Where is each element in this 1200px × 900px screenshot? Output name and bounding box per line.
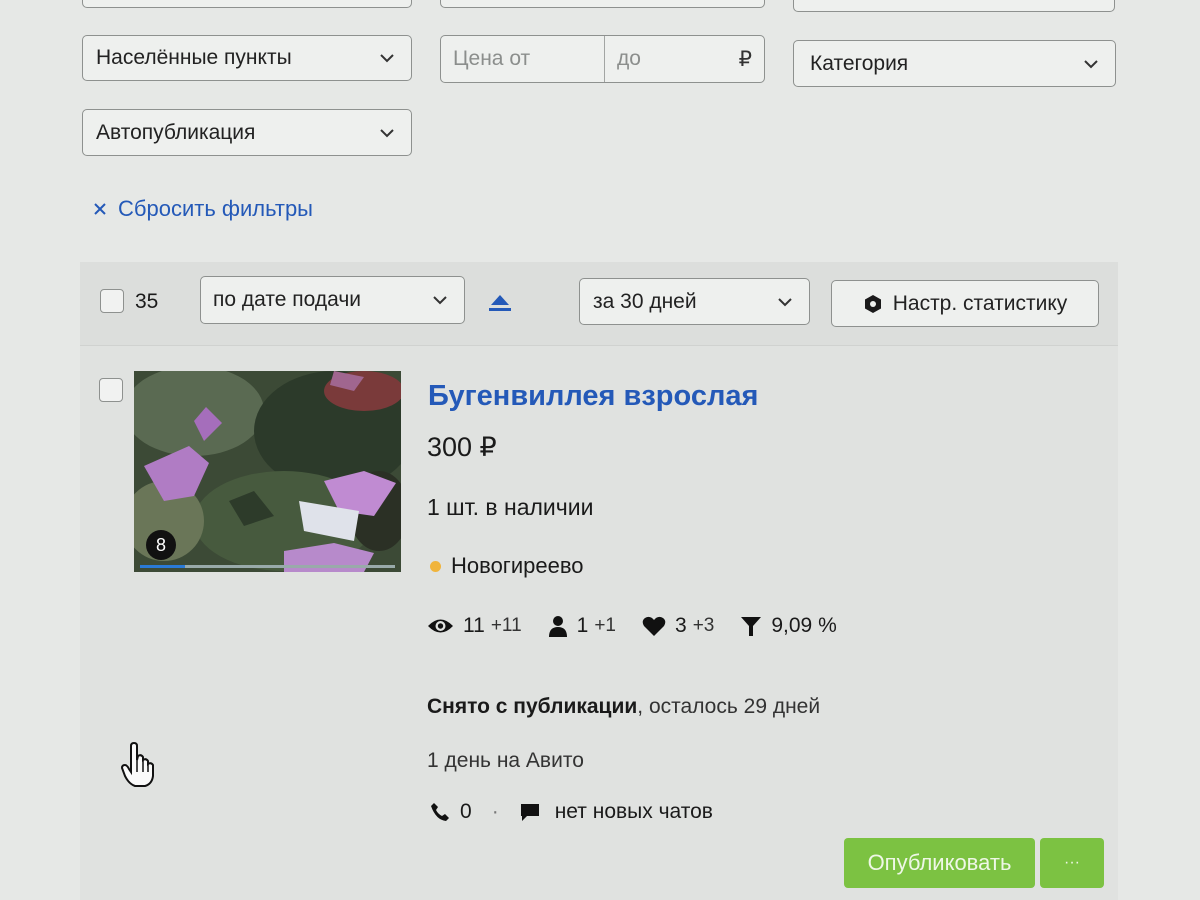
period-label: за 30 дней	[593, 289, 697, 313]
conversion-value: 9,09 %	[771, 614, 837, 637]
settlements-label: Населённые пункты	[96, 46, 292, 69]
gear-icon	[864, 294, 881, 313]
close-icon	[94, 203, 106, 215]
category-select[interactable]: Категория	[793, 40, 1116, 87]
autopublish-label: Автопубликация	[96, 120, 256, 144]
listing-status: Снято с публикации, осталось 29 дней	[427, 695, 820, 719]
calls-count: 0	[460, 800, 472, 823]
listing-title[interactable]: Бугенвиллея взрослая	[428, 380, 758, 413]
person-icon	[548, 616, 567, 637]
listing-price: 300 ₽	[427, 432, 497, 462]
photo-progress-bar	[140, 565, 395, 568]
stats-settings-label: Настр. статистику	[892, 291, 1068, 315]
contacts-count: 1	[576, 614, 589, 637]
location-dot-icon	[430, 560, 441, 572]
favorites-delta: +3	[692, 615, 715, 636]
reset-filters-link[interactable]: Сбросить фильтры	[93, 196, 313, 222]
top-field-3[interactable]	[793, 0, 1115, 12]
chevron-down-icon	[433, 296, 447, 305]
publish-button[interactable]: Опубликовать	[844, 838, 1035, 888]
sort-select[interactable]: по дате подачи	[200, 276, 465, 324]
sort-label: по дате подачи	[213, 288, 361, 311]
favorites-stat: 3 +3	[642, 614, 714, 638]
chevron-down-icon	[380, 128, 394, 137]
chevron-down-icon	[380, 54, 394, 63]
price-range: Цена от до ₽	[440, 35, 765, 83]
sort-direction-icon[interactable]	[487, 293, 513, 313]
contacts-separator: ·	[491, 800, 499, 823]
eye-icon	[428, 619, 453, 633]
price-to-input[interactable]: до ₽	[605, 36, 764, 82]
funnel-icon	[741, 616, 762, 636]
hand-cursor-icon	[121, 742, 154, 787]
contacts-row: 0 · нет новых чатов	[430, 800, 713, 824]
listing-checkbox[interactable]	[99, 378, 123, 402]
listing-stock: 1 шт. в наличии	[427, 494, 594, 520]
heart-icon	[642, 616, 666, 636]
stats-settings-button[interactable]: Настр. статистику	[831, 280, 1099, 327]
chats-status[interactable]: нет новых чатов	[555, 800, 713, 824]
category-label: Категория	[810, 51, 909, 75]
location-label: Новогиреево	[451, 553, 584, 578]
period-select[interactable]: за 30 дней	[579, 278, 810, 325]
chevron-down-icon	[1084, 59, 1098, 68]
contacts-delta: +1	[594, 615, 616, 636]
listing-age: 1 день на Авито	[427, 749, 584, 772]
status-rest: , осталось 29 дней	[637, 695, 821, 718]
conversion-stat: 9,09 %	[740, 614, 837, 638]
autopublish-select[interactable]: Автопубликация	[82, 109, 412, 156]
listing-location: Новогиреево	[430, 553, 584, 579]
listing-count: 35	[135, 290, 159, 313]
chevron-down-icon	[778, 297, 792, 306]
currency-sign: ₽	[738, 47, 752, 71]
stats-row: 11 +11 1 +1 3 +3 9,09 %	[427, 614, 837, 638]
contacts-stat: 1 +1	[548, 614, 616, 638]
price-from-placeholder: Цена от	[453, 47, 531, 70]
views-count: 11	[463, 614, 485, 637]
favorites-count: 3	[675, 614, 687, 637]
status-bold: Снято с публикации	[427, 695, 638, 718]
price-to-placeholder: до	[617, 47, 641, 70]
views-delta: +11	[490, 615, 522, 636]
price-from-input[interactable]: Цена от	[441, 36, 605, 82]
more-actions-button[interactable]: ···	[1040, 838, 1104, 888]
top-field-1[interactable]	[82, 0, 412, 8]
chat-icon	[520, 804, 539, 821]
reset-filters-label: Сбросить фильтры	[118, 196, 313, 221]
photo-count: 8	[155, 534, 166, 555]
top-field-2[interactable]	[440, 0, 765, 8]
views-stat: 11 +11	[427, 614, 522, 638]
photo-count-badge: 8	[146, 530, 176, 560]
settlements-select[interactable]: Населённые пункты	[82, 35, 412, 81]
phone-icon	[431, 803, 449, 821]
select-all-checkbox[interactable]	[100, 289, 124, 313]
